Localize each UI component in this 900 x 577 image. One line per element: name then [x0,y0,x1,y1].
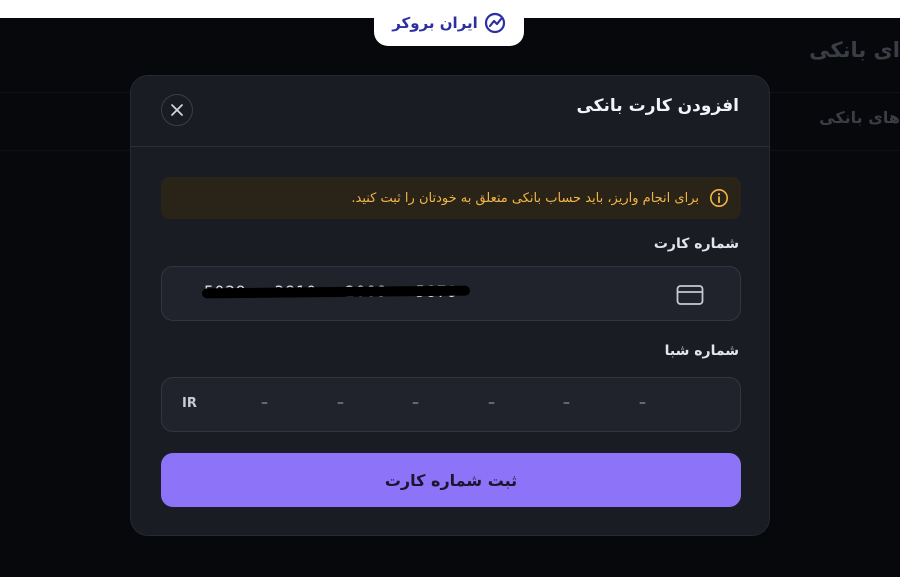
modal-title: افزودن کارت بانکی [576,96,739,116]
card-number-input[interactable]: 5029381020095879 [161,266,741,321]
iban-separator: – [563,395,570,411]
info-icon [710,189,728,207]
modal-header: افزودن کارت بانکی [131,76,769,147]
add-bank-card-modal: افزودن کارت بانکی برای انجام واریز، باید… [130,75,770,536]
background-section-title: های بانکی [819,108,900,127]
iban-separator: – [337,395,344,411]
submit-card-button[interactable]: ثبت شماره کارت [161,453,741,507]
close-icon [171,104,183,116]
alert-text: برای انجام واریز، باید حساب بانکی متعلق … [351,190,699,206]
brand-logo-text: ایران بروکر [392,14,478,32]
iban-separator: – [639,395,646,411]
iban-separator: – [488,395,495,411]
background-page-title: ای بانکی [809,38,900,62]
iban-prefix: IR [182,396,197,411]
iban-label: شماره شبا [664,343,739,359]
credit-card-icon [676,285,704,305]
brand-logo[interactable]: ایران بروکر [374,0,524,46]
info-alert: برای انجام واریز، باید حساب بانکی متعلق … [161,177,741,219]
close-button[interactable] [161,94,193,126]
iban-input[interactable]: IR – – – – – – [161,377,741,432]
iban-separator: – [412,395,419,411]
iban-separator: – [261,395,268,411]
card-number-label: شماره کارت [653,236,739,252]
brand-mark-icon [484,12,505,34]
